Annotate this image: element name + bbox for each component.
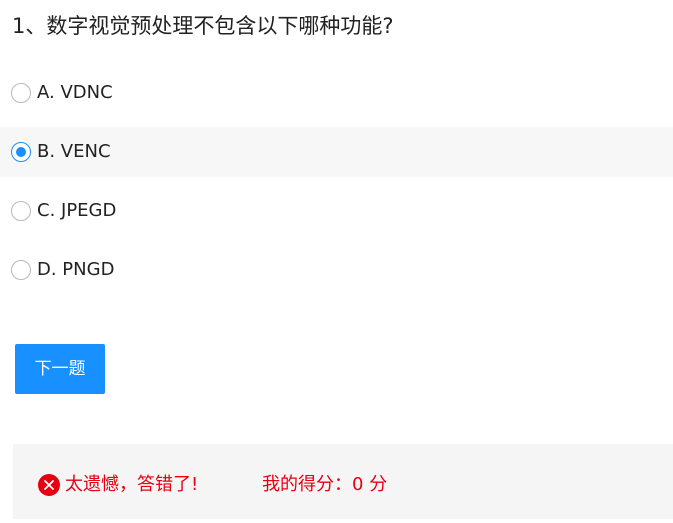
option-b[interactable]: B. VENC	[0, 127, 673, 177]
option-b-radio[interactable]	[11, 142, 31, 162]
option-c[interactable]: C. JPEGD	[0, 186, 673, 236]
option-b-label: B. VENC	[37, 141, 111, 162]
question-title: 1、数字视觉预处理不包含以下哪种功能?	[12, 14, 394, 38]
option-a-radio[interactable]	[11, 83, 31, 103]
score-text: 我的得分：0 分	[262, 474, 388, 495]
result-panel: 太遗憾，答错了! 我的得分：0 分	[13, 444, 673, 519]
option-c-radio[interactable]	[11, 201, 31, 221]
result-message: 太遗憾，答错了!	[65, 474, 199, 495]
option-d-radio[interactable]	[11, 260, 31, 280]
option-c-label: C. JPEGD	[37, 200, 117, 221]
next-question-button[interactable]: 下一题	[15, 344, 105, 394]
option-a-label: A. VDNC	[37, 82, 113, 103]
x-circle-icon	[38, 474, 60, 496]
option-d-label: D. PNGD	[37, 259, 115, 280]
option-d[interactable]: D. PNGD	[0, 245, 673, 295]
option-a[interactable]: A. VDNC	[0, 68, 673, 118]
